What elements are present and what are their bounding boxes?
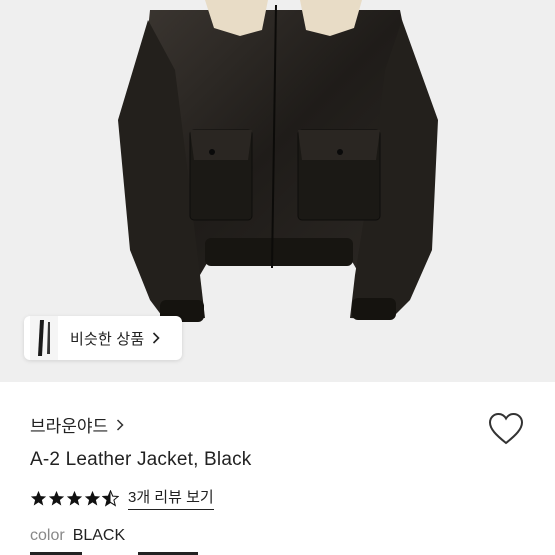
similar-product-thumbnail — [30, 316, 58, 360]
color-row: color BLACK — [30, 527, 125, 545]
chevron-right-icon — [153, 332, 161, 344]
brand-link[interactable]: 브라운야드 — [30, 412, 124, 437]
similar-products-button[interactable]: 비슷한 상품 — [24, 316, 182, 360]
color-value: BLACK — [72, 527, 126, 544]
wishlist-heart-icon[interactable] — [488, 412, 524, 446]
review-link[interactable]: 3개 리뷰 보기 — [128, 486, 214, 510]
star-icon — [48, 490, 65, 505]
color-label: color — [30, 527, 65, 544]
star-icon — [30, 490, 47, 505]
star-icon — [84, 490, 101, 505]
similar-products-label: 비슷한 상품 — [70, 330, 145, 348]
star-icon — [66, 490, 83, 505]
chevron-right-icon — [117, 418, 124, 431]
rating-row: 3개 리뷰 보기 — [30, 486, 214, 510]
product-image-area[interactable]: 비슷한 상품 — [0, 0, 555, 382]
brand-name: 브라운야드 — [30, 417, 109, 436]
star-half-icon — [102, 489, 119, 507]
product-info: 브라운야드 A-2 Leather Jacket, Black 3개 리뷰 보기… — [0, 382, 555, 555]
product-title: A-2 Leather Jacket, Black — [30, 449, 252, 470]
